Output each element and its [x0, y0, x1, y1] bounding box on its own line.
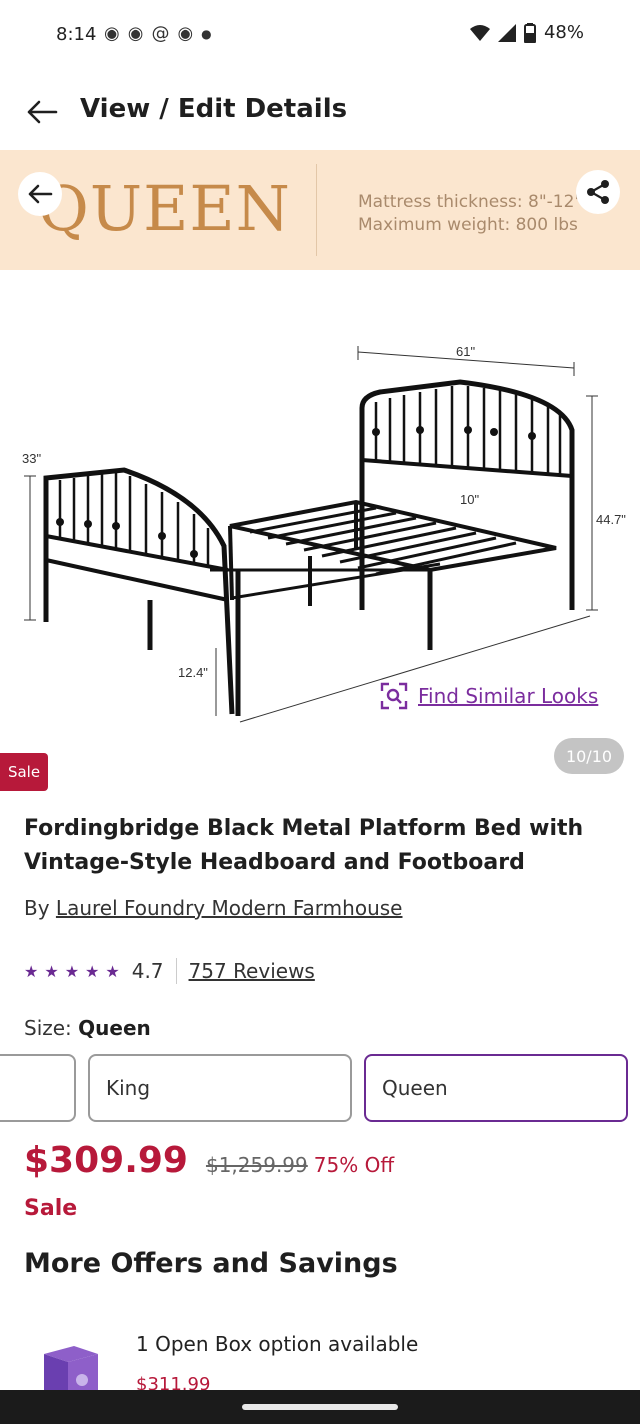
find-similar-looks-link[interactable]: Find Similar Looks: [380, 682, 598, 710]
discount-text: 75% Off: [313, 1153, 395, 1177]
product-title: Fordingbridge Black Metal Platform Bed w…: [24, 816, 584, 875]
gallery-back-button[interactable]: [18, 172, 62, 216]
reviews-link[interactable]: 757 Reviews: [189, 959, 315, 983]
open-box-icon: [44, 1346, 98, 1390]
back-button[interactable]: [22, 96, 62, 128]
more-offers-title: More Offers and Savings: [24, 1248, 398, 1279]
snapchat-icon: ◉: [127, 23, 144, 44]
page-title: View / Edit Details: [80, 94, 348, 124]
battery-icon: [523, 22, 536, 43]
size-option-previous[interactable]: [0, 1054, 76, 1122]
app-header: View / Edit Details: [0, 80, 640, 144]
rating-value: 4.7: [131, 959, 164, 983]
price-row: $309.99 $1,259.99 75% Off: [24, 1140, 394, 1181]
brand-link[interactable]: Laurel Foundry Modern Farmhouse: [56, 896, 403, 920]
size-label-prefix: Size:: [24, 1016, 72, 1040]
size-selected-value: Queen: [78, 1016, 151, 1040]
size-label: Size: Queen: [24, 1016, 151, 1040]
open-box-price: $311.99: [136, 1374, 211, 1390]
status-time: 8:14: [56, 24, 97, 45]
find-similar-label: Find Similar Looks: [418, 684, 599, 708]
size-option-king[interactable]: King: [88, 1054, 352, 1122]
original-price: $1,259.99: [205, 1153, 308, 1177]
dot-icon: ●: [201, 27, 212, 41]
share-button[interactable]: [576, 170, 620, 214]
sale-label: Sale: [24, 1196, 78, 1221]
star-rating-icon: ★★★★★: [24, 961, 126, 981]
sale-price: $309.99: [24, 1140, 188, 1181]
leg-height-dimension-label: 12.4": [178, 665, 208, 680]
arrow-left-icon: [27, 100, 58, 124]
battery-percent: 48%: [543, 22, 584, 43]
threads-icon: @: [151, 23, 170, 44]
snapchat-icon: ◉: [104, 23, 120, 44]
bed-frame-image: 61" 44.7" 33" 10" 12.4": [22, 344, 626, 723]
home-gesture-handle[interactable]: [242, 1404, 398, 1410]
clearance-dimension-label: 10": [460, 492, 479, 507]
brand-line: By Laurel Foundry Modern Farmhouse: [24, 896, 402, 920]
notification-icons: ◉ ◉ @ ◉ ●: [104, 22, 212, 46]
mattress-thickness-text: Mattress thickness: 8"-12": [358, 192, 583, 212]
image-counter: 10/10: [554, 738, 624, 774]
banner-size-text: QUEEN: [38, 172, 291, 245]
brand-prefix: By: [24, 896, 50, 920]
height-dimension-label: 44.7": [596, 512, 626, 527]
foot-height-dimension-label: 33": [22, 451, 41, 466]
rating-row: ★★★★★ 4.7 757 Reviews: [24, 956, 315, 986]
arrow-left-icon: [28, 184, 53, 204]
open-box-offer[interactable]: 1 Open Box option available $311.99: [0, 1318, 640, 1390]
size-options: King Queen: [0, 1054, 640, 1124]
width-dimension-label: 61": [456, 344, 475, 359]
snapchat-icon: ◉: [177, 23, 194, 44]
product-image-gallery[interactable]: QUEEN Mattress thickness: 8"-12" Maximum…: [0, 150, 640, 790]
status-bar: 8:14 ◉ ◉ @ ◉ ● 48%: [0, 0, 640, 72]
visual-search-icon: [380, 682, 408, 710]
rating-divider: [175, 958, 177, 984]
size-banner: QUEEN Mattress thickness: 8"-12" Maximum…: [0, 150, 640, 270]
max-weight-text: Maximum weight: 800 lbs: [358, 215, 578, 235]
size-option-queen[interactable]: Queen: [364, 1054, 628, 1122]
system-nav-bar: [0, 1390, 640, 1424]
share-icon: [587, 180, 609, 204]
signal-icon: [497, 23, 516, 42]
sale-badge: Sale: [0, 753, 48, 791]
status-right: 48%: [469, 22, 584, 43]
wifi-icon: [469, 24, 490, 41]
banner-divider: [316, 164, 317, 256]
open-box-text: 1 Open Box option available: [136, 1332, 419, 1356]
